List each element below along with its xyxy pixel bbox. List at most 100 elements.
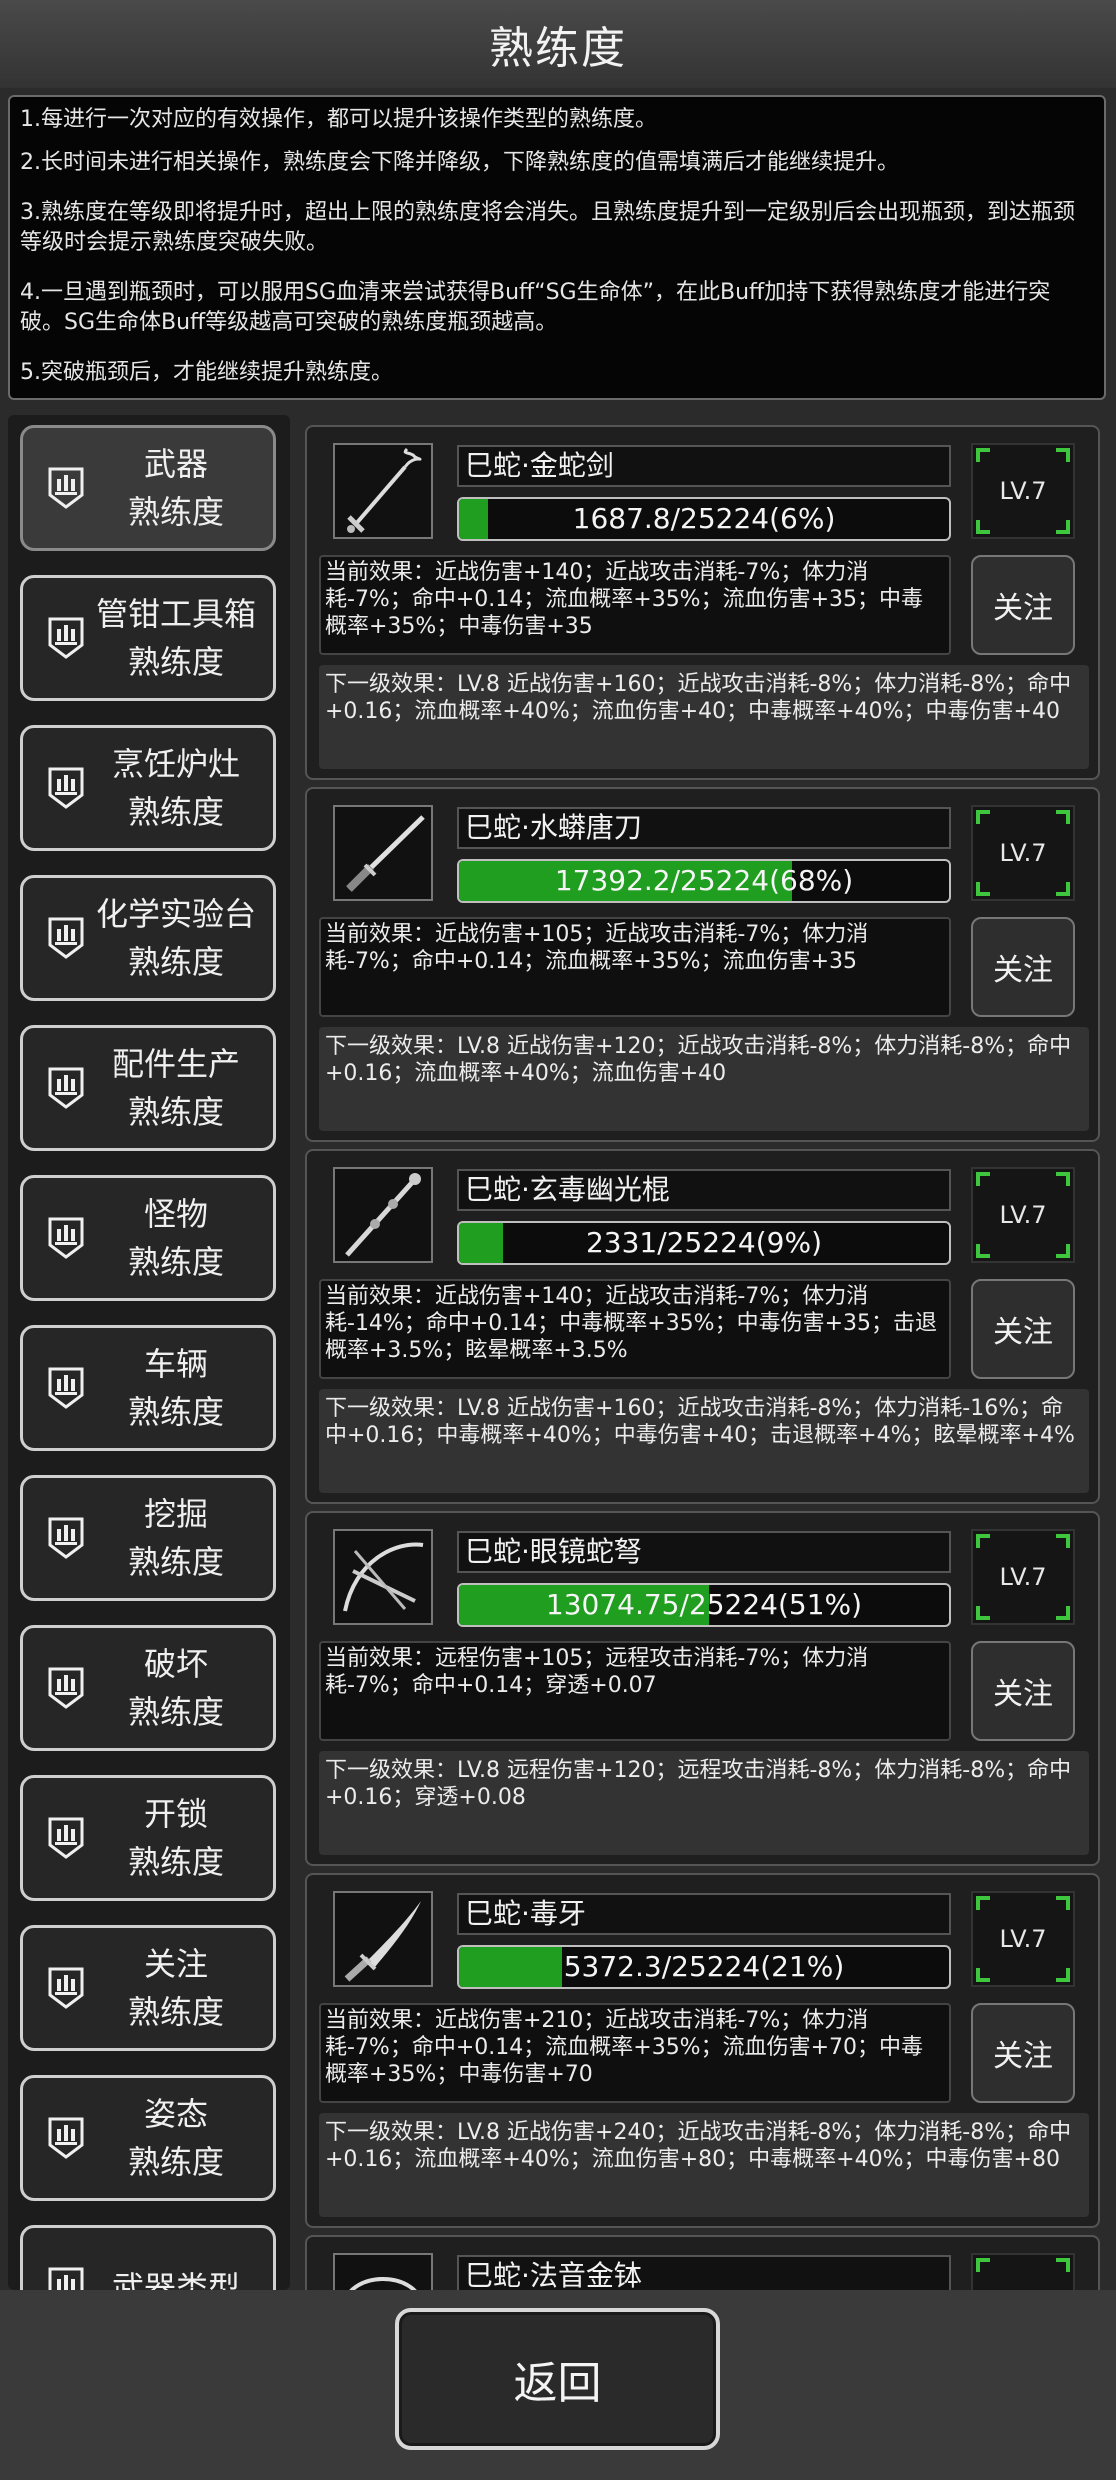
- medal-icon: [45, 1365, 87, 1411]
- proficiency-value: 1687.8/25224(6%): [572, 502, 836, 535]
- follow-button[interactable]: 关注: [971, 917, 1075, 1017]
- sidebar-item[interactable]: 武器 熟练度: [20, 425, 276, 551]
- sidebar-item-label: 挖掘 熟练度: [87, 1490, 273, 1586]
- page-title: 熟练度: [0, 0, 1116, 88]
- notice-panel: 1.每进行一次对应的有效操作，都可以提升该操作类型的熟练度。 2.长时间未进行相…: [8, 95, 1106, 400]
- notice-line: 3.熟练度在等级即将提升时，超出上限的熟练度将会消失。且熟练度提升到一定级别后会…: [20, 200, 1075, 255]
- weapon-list[interactable]: 巳蛇·金蛇剑 1687.8/25224(6%) LV.7 当前效果：近战伤害+140；…: [305, 415, 1100, 2290]
- proficiency-value: 5372.3/25224(21%): [563, 1950, 845, 1983]
- sidebar-item[interactable]: 姿态 熟练度: [20, 2075, 276, 2201]
- sidebar-item[interactable]: 烹饪炉灶 熟练度: [20, 725, 276, 851]
- sidebar-item[interactable]: 挖掘 熟练度: [20, 1475, 276, 1601]
- medal-icon: [45, 465, 87, 511]
- medal-icon: [45, 1515, 87, 1561]
- sidebar-item-subtitle: 熟练度: [127, 1993, 224, 2031]
- sidebar-item[interactable]: 配件生产 熟练度: [20, 1025, 276, 1151]
- sidebar-item-label: 破坏 熟练度: [87, 1640, 273, 1736]
- sidebar-item-label: 怪物 熟练度: [87, 1190, 273, 1286]
- sidebar-item-label: 关注 熟练度: [87, 1940, 273, 2036]
- weapon-card: 巳蛇·金蛇剑 1687.8/25224(6%) LV.7 当前效果：近战伤害+140；…: [305, 425, 1100, 780]
- sidebar-item-title: 关注: [143, 1945, 208, 1983]
- sword-icon: [333, 443, 433, 539]
- weapon-card: 巳蛇·玄毒幽光棍 2331/25224(9%) LV.7 当前效果：近战伤害+140；…: [305, 1149, 1100, 1504]
- sidebar-item-label: 开锁 熟练度: [87, 1790, 273, 1886]
- weapon-name: 巳蛇·金蛇剑: [457, 445, 951, 487]
- proficiency-value: 17392.2/25224(68%): [554, 864, 854, 897]
- notice-line: 2.长时间未进行相关操作，熟练度会下降并降级，下降熟练度的值需填满后才能继续提升…: [20, 150, 899, 175]
- sidebar-item[interactable]: 武器类型: [20, 2225, 276, 2290]
- next-level-effect: 下一级效果：LV.8 近战伤害+120；近战攻击消耗-8%；体力消耗-8%；命中…: [319, 1027, 1089, 1131]
- sidebar-item-title: 武器类型: [111, 2269, 240, 2290]
- weapon-card: 巳蛇·眼镜蛇弩 13074.75/25224(51%) LV.7 当前效果：远程伤害+…: [305, 1511, 1100, 1866]
- follow-button[interactable]: 关注: [971, 1279, 1075, 1379]
- sidebar-item-label: 车辆 熟练度: [87, 1340, 273, 1436]
- sidebar-item-title: 开锁: [143, 1795, 208, 1833]
- sidebar-item-label: 烹饪炉灶 熟练度: [87, 740, 273, 836]
- medal-icon: [45, 915, 87, 961]
- category-sidebar[interactable]: 武器 熟练度 管钳工具箱 熟练度 烹饪炉灶 熟练度 化学实验台 熟练度 配件生产 熟练度 怪物 熟练度…: [8, 415, 290, 2290]
- proficiency-bar: 2331/25224(9%): [457, 1221, 951, 1265]
- sidebar-item-label: 武器类型: [87, 2264, 273, 2290]
- current-effect: 当前效果：近战伤害+140；近战攻击消耗-7%；体力消耗-14%；命中+0.14…: [319, 1279, 951, 1379]
- crossbow-icon: [333, 1529, 433, 1625]
- sidebar-item[interactable]: 车辆 熟练度: [20, 1325, 276, 1451]
- current-effect: 当前效果：远程伤害+105；远程攻击消耗-7%；体力消耗-7%；命中+0.14；…: [319, 1641, 951, 1741]
- sidebar-item[interactable]: 怪物 熟练度: [20, 1175, 276, 1301]
- medal-icon: [45, 1065, 87, 1111]
- weapon-card: 巳蛇·水蟒唐刀 17392.2/25224(68%) LV.7 当前效果：近战伤害+1…: [305, 787, 1100, 1142]
- medal-icon: [45, 1215, 87, 1261]
- sidebar-item-subtitle: 熟练度: [127, 1843, 224, 1881]
- next-level-effect: 下一级效果：LV.8 近战伤害+160；近战攻击消耗-8%；体力消耗-8%；命中…: [319, 665, 1089, 769]
- follow-button[interactable]: 关注: [971, 2003, 1075, 2103]
- sidebar-item-title: 挖掘: [143, 1495, 208, 1533]
- level-text: LV.7: [999, 839, 1047, 867]
- weapon-card: 巳蛇·毒牙 5372.3/25224(21%) LV.7 当前效果：近战伤害+210；…: [305, 1873, 1100, 2228]
- level-badge: LV.1: [971, 2253, 1075, 2290]
- sidebar-item[interactable]: 关注 熟练度: [20, 1925, 276, 2051]
- level-badge: LV.7: [971, 1529, 1075, 1625]
- level-text: LV.7: [999, 1925, 1047, 1953]
- weapon-name: 巳蛇·水蟒唐刀: [457, 807, 951, 849]
- level-badge: LV.7: [971, 443, 1075, 539]
- proficiency-bar: 1687.8/25224(6%): [457, 497, 951, 541]
- medal-icon: [45, 1665, 87, 1711]
- notice-line: 5.突破瓶颈后，才能继续提升熟练度。: [20, 360, 393, 385]
- katana-icon: [333, 805, 433, 901]
- sidebar-item-title: 配件生产: [111, 1045, 240, 1083]
- sidebar-item[interactable]: 开锁 熟练度: [20, 1775, 276, 1901]
- sidebar-item-title: 破坏: [143, 1645, 208, 1683]
- sidebar-item-title: 武器: [143, 445, 208, 483]
- level-badge: LV.7: [971, 1891, 1075, 1987]
- weapon-card: 巳蛇·法音金钵LV.1关注: [305, 2235, 1100, 2290]
- proficiency-value: 13074.75/25224(51%): [545, 1588, 863, 1621]
- staff-icon: [333, 1167, 433, 1263]
- back-button[interactable]: 返回: [395, 2308, 720, 2450]
- sidebar-item-subtitle: 熟练度: [127, 1243, 224, 1281]
- medal-icon: [45, 2265, 87, 2290]
- sidebar-item-subtitle: 熟练度: [127, 1093, 224, 1131]
- follow-button[interactable]: 关注: [971, 555, 1075, 655]
- sidebar-item-subtitle: 熟练度: [127, 1693, 224, 1731]
- weapon-name: 巳蛇·法音金钵: [457, 2255, 951, 2290]
- proficiency-bar: 5372.3/25224(21%): [457, 1945, 951, 1989]
- sidebar-item-subtitle: 熟练度: [127, 2143, 224, 2181]
- notice-line: 4.一旦遇到瓶颈时，可以服用SG血清来尝试获得Buff“SG生命体”，在此Buf…: [20, 280, 1051, 335]
- sidebar-item[interactable]: 破坏 熟练度: [20, 1625, 276, 1751]
- sidebar-item-label: 化学实验台 熟练度: [87, 890, 273, 986]
- proficiency-bar: 17392.2/25224(68%): [457, 859, 951, 903]
- sidebar-item-title: 化学实验台: [95, 895, 256, 933]
- level-badge: LV.7: [971, 805, 1075, 901]
- sidebar-item[interactable]: 化学实验台 熟练度: [20, 875, 276, 1001]
- medal-icon: [45, 1965, 87, 2011]
- follow-button[interactable]: 关注: [971, 1641, 1075, 1741]
- bottom-bar: 返回: [0, 2290, 1116, 2480]
- level-text: LV.7: [999, 1201, 1047, 1229]
- sidebar-item-title: 烹饪炉灶: [111, 745, 240, 783]
- sidebar-item-title: 管钳工具箱: [95, 595, 256, 633]
- weapon-name: 巳蛇·毒牙: [457, 1893, 951, 1935]
- sidebar-item-label: 武器 熟练度: [87, 440, 273, 536]
- notice-line: 1.每进行一次对应的有效操作，都可以提升该操作类型的熟练度。: [20, 107, 657, 132]
- sidebar-item-label: 姿态 熟练度: [87, 2090, 273, 2186]
- sidebar-item-label: 管钳工具箱 熟练度: [87, 590, 273, 686]
- sidebar-item[interactable]: 管钳工具箱 熟练度: [20, 575, 276, 701]
